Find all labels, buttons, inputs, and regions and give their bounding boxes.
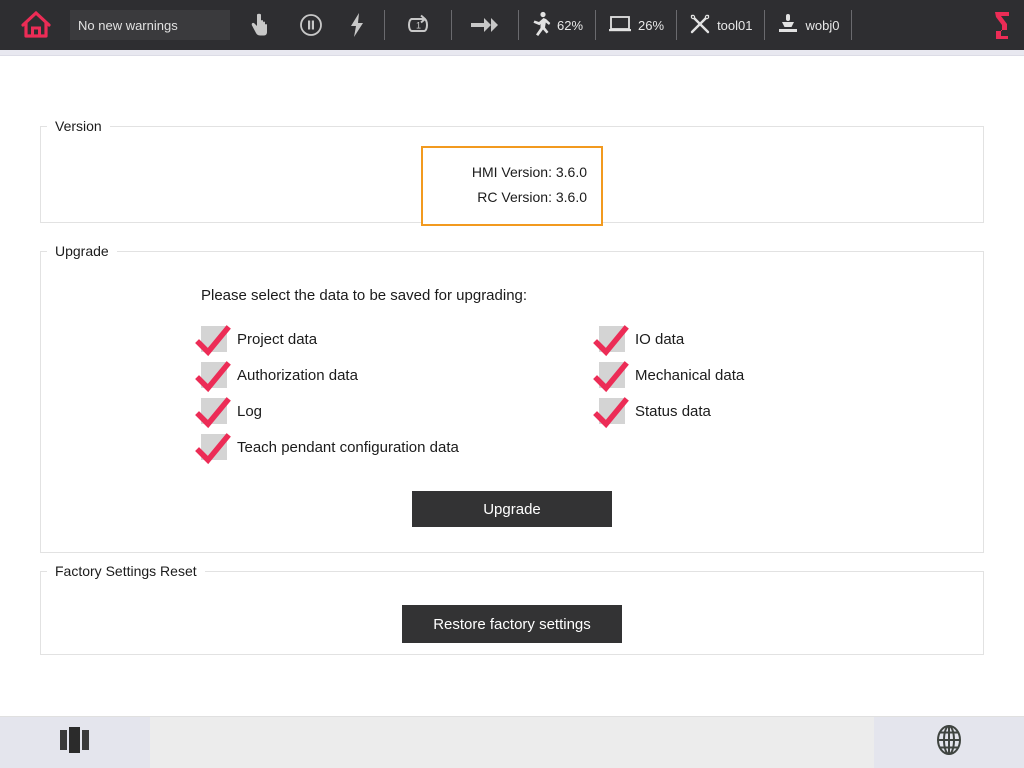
checkbox-label: Project data <box>237 331 317 348</box>
checkbox-checked-icon[interactable] <box>599 326 625 352</box>
upgrade-group-legend: Upgrade <box>47 243 117 259</box>
tool-value: tool01 <box>717 18 752 33</box>
top-toolbar: No new warnings 1 <box>0 0 1024 50</box>
checkbox-row[interactable]: Project data <box>201 321 459 357</box>
checkbox-checked-icon[interactable] <box>201 434 227 460</box>
toolbar-separator <box>451 10 452 40</box>
workobject-value: wobj0 <box>805 18 839 33</box>
checkbox-row[interactable]: Mechanical data <box>599 357 744 393</box>
tool-indicator[interactable]: tool01 <box>681 0 760 50</box>
checkbox-label: Mechanical data <box>635 367 744 384</box>
warning-status-field[interactable]: No new warnings <box>70 10 230 40</box>
checkbox-checked-icon[interactable] <box>201 326 227 352</box>
checkbox-row[interactable]: Authorization data <box>201 357 459 393</box>
checkbox-label: Log <box>237 403 262 420</box>
version-group-body: HMI Version: 3.6.0 RC Version: 3.6.0 <box>41 134 983 222</box>
upgrade-button[interactable]: Upgrade <box>412 491 612 527</box>
svg-text:1: 1 <box>416 21 421 31</box>
screen-value: 26% <box>638 18 664 33</box>
factory-reset-group-body: Restore factory settings <box>41 579 983 654</box>
checkbox-label: Authorization data <box>237 367 358 384</box>
language-button[interactable] <box>874 717 1024 768</box>
toolbar-separator <box>764 10 765 40</box>
bottom-bar-spacer <box>150 717 874 768</box>
upgrade-group: Upgrade Please select the data to be sav… <box>40 243 984 553</box>
speed-indicator[interactable]: 62% <box>523 0 591 50</box>
upgrade-prompt: Please select the data to be saved for u… <box>201 287 527 304</box>
running-man-icon <box>531 11 551 40</box>
checkbox-row[interactable]: Status data <box>599 393 744 429</box>
warning-status-text: No new warnings <box>78 18 178 33</box>
upgrade-group-body: Please select the data to be saved for u… <box>41 259 983 552</box>
workobject-indicator[interactable]: wobj0 <box>769 0 847 50</box>
restore-factory-settings-button[interactable]: Restore factory settings <box>402 605 622 643</box>
pause-circle-icon[interactable] <box>288 0 334 50</box>
toolbar-separator <box>518 10 519 40</box>
bottom-bar <box>0 716 1024 768</box>
version-group: Version HMI Version: 3.6.0 RC Version: 3… <box>40 118 984 223</box>
upgrade-checkbox-column-left: Project data Authorization data <box>201 321 459 465</box>
checkbox-label: Teach pendant configuration data <box>237 439 459 456</box>
toolbar-separator <box>676 10 677 40</box>
toolbar-separator <box>851 10 852 40</box>
checkbox-checked-icon[interactable] <box>201 398 227 424</box>
factory-reset-group-legend: Factory Settings Reset <box>47 563 205 579</box>
home-icon[interactable] <box>10 0 62 50</box>
rc-version-line: RC Version: 3.6.0 <box>437 185 587 210</box>
panels-button[interactable] <box>0 717 150 768</box>
version-info-box: HMI Version: 3.6.0 RC Version: 3.6.0 <box>421 146 603 226</box>
fast-forward-icon[interactable] <box>456 0 514 50</box>
checkbox-label: Status data <box>635 403 711 420</box>
checkbox-checked-icon[interactable] <box>201 362 227 388</box>
repeat-once-icon[interactable]: 1 <box>389 0 447 50</box>
lightning-bolt-icon[interactable] <box>334 0 380 50</box>
main-content: Version HMI Version: 3.6.0 RC Version: 3… <box>0 56 1024 716</box>
checkbox-row[interactable]: Log <box>201 393 459 429</box>
checkbox-label: IO data <box>635 331 684 348</box>
hmi-version-line: HMI Version: 3.6.0 <box>437 160 587 185</box>
toolbar-separator <box>595 10 596 40</box>
checkbox-row[interactable]: Teach pendant configuration data <box>201 429 459 465</box>
hand-pointer-icon[interactable] <box>230 0 288 50</box>
crossed-tools-icon <box>689 13 711 38</box>
toolbar-separator <box>384 10 385 40</box>
speed-value: 62% <box>557 18 583 33</box>
factory-reset-group: Factory Settings Reset Restore factory s… <box>40 563 984 655</box>
checkbox-checked-icon[interactable] <box>599 398 625 424</box>
checkbox-checked-icon[interactable] <box>599 362 625 388</box>
screen-indicator[interactable]: 26% <box>600 0 672 50</box>
panels-icon <box>58 725 92 760</box>
upgrade-checkbox-column-right: IO data Mechanical data St <box>599 321 744 429</box>
robot-arm-icon[interactable] <box>980 0 1024 50</box>
globe-icon <box>932 723 966 762</box>
monitor-icon <box>608 14 632 37</box>
checkbox-row[interactable]: IO data <box>599 321 744 357</box>
app-root: No new warnings 1 <box>0 0 1024 768</box>
stamp-tool-icon <box>777 12 799 39</box>
version-group-legend: Version <box>47 118 110 134</box>
